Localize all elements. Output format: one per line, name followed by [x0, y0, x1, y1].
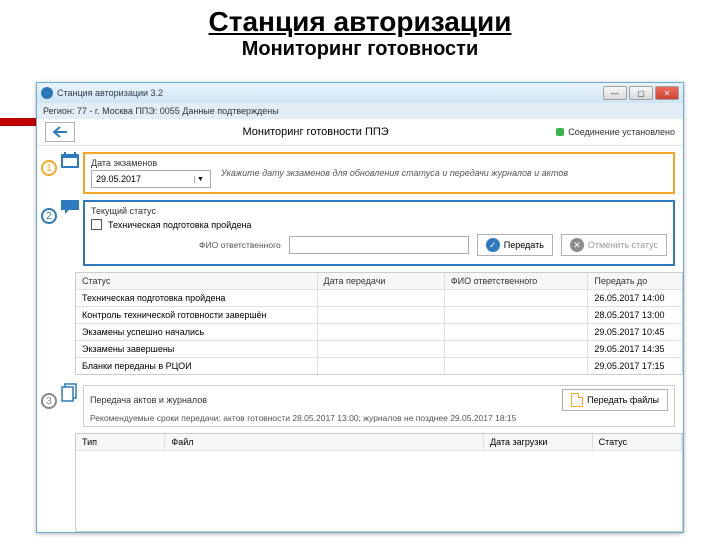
chevron-down-icon: ▼	[194, 176, 206, 183]
table-row: Экзамены завершены 29.05.2017 14:35	[76, 341, 682, 358]
exam-date-hint: Укажите дату экзаменов для обновления ст…	[221, 168, 667, 178]
table-cell: Экзамены успешно начались	[76, 324, 318, 340]
table-row: Бланки переданы в РЦОИ 29.05.2017 17:15	[76, 358, 682, 374]
documents-icon	[59, 383, 81, 403]
chat-icon	[59, 198, 81, 218]
connection-status: Соединение установлено	[556, 127, 675, 137]
col-fio: ФИО ответственного	[445, 273, 589, 289]
transfer-label: Передача актов и журналов	[90, 395, 207, 405]
connection-ok-icon	[556, 128, 564, 136]
col-type: Тип	[76, 434, 165, 450]
status-table: Статус Дата передачи ФИО ответственного …	[75, 272, 683, 375]
table-cell	[318, 341, 445, 357]
transfer-deadline: Рекомендуемые сроки передачи: актов гото…	[90, 413, 668, 423]
table-row: Техническая подготовка пройдена 26.05.201…	[76, 290, 682, 307]
slide-subtitle: Мониторинг готовности	[0, 38, 720, 61]
files-table-body	[76, 451, 682, 531]
col-status: Статус	[76, 273, 318, 289]
fio-input[interactable]	[289, 236, 469, 254]
minimize-button[interactable]: —	[603, 86, 627, 100]
table-cell: 29.05.2017 14:35	[588, 341, 682, 357]
step-badge-1: 1	[41, 160, 57, 176]
app-window: Станция авторизации 3.2 — ▢ ✕ Регион: 77…	[36, 82, 684, 533]
table-cell: 29.05.2017 10:45	[588, 324, 682, 340]
table-cell: Контроль технической готовности завершён	[76, 307, 318, 323]
col-date: Дата передачи	[318, 273, 445, 289]
exam-date-label: Дата экзаменов	[91, 158, 211, 168]
table-cell	[445, 290, 589, 306]
calendar-icon	[59, 150, 81, 170]
x-icon: ✕	[570, 238, 584, 252]
table-row: Экзамены успешно начались 29.05.2017 10:4…	[76, 324, 682, 341]
table-cell	[318, 324, 445, 340]
close-button[interactable]: ✕	[655, 86, 679, 100]
table-cell	[318, 307, 445, 323]
window-title: Станция авторизации 3.2	[57, 88, 163, 98]
page-title: Мониторинг готовности ППЭ	[75, 126, 556, 138]
table-cell	[445, 324, 589, 340]
step-badge-2: 2	[41, 208, 57, 224]
transfer-files-button[interactable]: Передать файлы	[562, 389, 668, 411]
file-icon	[571, 393, 583, 407]
table-cell: Экзамены завершены	[76, 341, 318, 357]
table-cell: 26.05.2017 14:00	[588, 290, 682, 306]
transfer-files-label: Передать файлы	[587, 395, 659, 405]
footer-accent	[0, 118, 36, 126]
slide-title: Станция авторизации	[0, 6, 720, 38]
cancel-status-button[interactable]: ✕ Отменить статус	[561, 234, 667, 256]
table-cell: Техническая подготовка пройдена	[76, 290, 318, 306]
current-status-label: Текущий статус	[91, 206, 156, 216]
table-cell	[445, 307, 589, 323]
exam-date-select[interactable]: 29.05.2017 ▼	[91, 170, 211, 188]
arrow-left-icon	[52, 126, 68, 138]
titlebar: Станция авторизации 3.2 — ▢ ✕	[37, 83, 683, 103]
table-cell	[318, 290, 445, 306]
cancel-status-label: Отменить статус	[588, 240, 658, 250]
table-row: Контроль технической готовности завершён…	[76, 307, 682, 324]
window-controls: — ▢ ✕	[603, 86, 679, 100]
col-due: Передать до	[588, 273, 682, 289]
table-cell	[445, 341, 589, 357]
col-uploaded: Дата загрузки	[484, 434, 593, 450]
fio-label: ФИО ответственного	[199, 240, 281, 250]
check-icon: ✓	[486, 238, 500, 252]
table-cell: 28.05.2017 13:00	[588, 307, 682, 323]
connection-label: Соединение установлено	[568, 127, 675, 137]
files-table: Тип Файл Дата загрузки Статус	[75, 433, 683, 532]
step-badge-3: 3	[41, 393, 57, 409]
app-icon	[41, 87, 53, 99]
region-infobar: Регион: 77 - г. Москва ППЭ: 0055 Данные …	[37, 103, 683, 119]
back-button[interactable]	[45, 122, 75, 142]
table-cell	[445, 358, 589, 374]
col-file-status: Статус	[593, 434, 682, 450]
send-status-label: Передать	[504, 240, 544, 250]
maximize-button[interactable]: ▢	[629, 86, 653, 100]
tech-ready-checkbox[interactable]	[91, 219, 102, 230]
send-status-button[interactable]: ✓ Передать	[477, 234, 553, 256]
table-cell: 29.05.2017 17:15	[588, 358, 682, 374]
table-cell	[318, 358, 445, 374]
tech-ready-label: Техническая подготовка пройдена	[108, 220, 251, 230]
table-cell: Бланки переданы в РЦОИ	[76, 358, 318, 374]
exam-date-value: 29.05.2017	[96, 174, 141, 184]
col-file: Файл	[165, 434, 484, 450]
